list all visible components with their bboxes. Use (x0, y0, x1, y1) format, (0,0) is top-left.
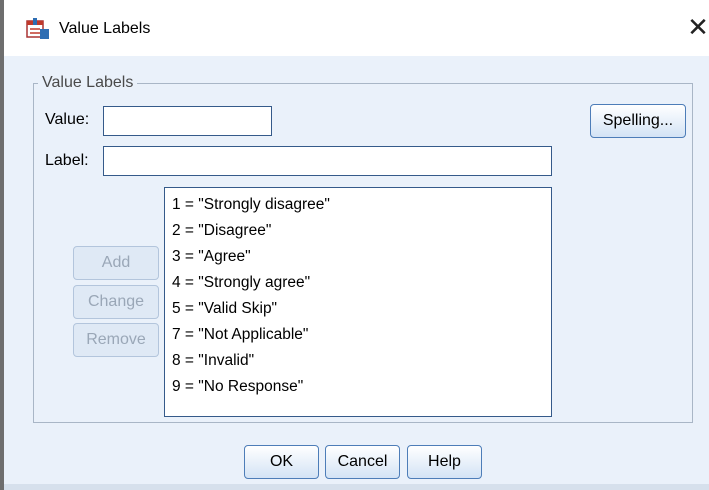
ok-button[interactable]: OK (244, 445, 319, 479)
value-labels-list[interactable]: 1 = "Strongly disagree" 2 = "Disagree" 3… (164, 187, 552, 417)
change-button[interactable]: Change (73, 285, 159, 319)
help-button[interactable]: Help (407, 445, 482, 479)
add-button-label: Add (101, 254, 131, 271)
window-title: Value Labels (59, 20, 151, 37)
list-item[interactable]: 3 = "Agree" (172, 248, 251, 266)
label-field-label: Label: (45, 152, 89, 169)
label-input[interactable] (103, 146, 552, 176)
list-item[interactable]: 7 = "Not Applicable" (172, 326, 308, 344)
list-item[interactable]: 5 = "Valid Skip" (172, 300, 277, 318)
list-item[interactable]: 1 = "Strongly disagree" (172, 196, 330, 214)
list-item[interactable]: 9 = "No Response" (172, 378, 303, 396)
app-icon (26, 18, 49, 39)
group-legend: Value Labels (38, 74, 138, 92)
change-button-label: Change (87, 293, 145, 310)
spelling-button[interactable]: Spelling... (590, 104, 686, 138)
ok-button-label: OK (269, 453, 294, 470)
cancel-button-label: Cancel (337, 453, 388, 470)
list-item[interactable]: 2 = "Disagree" (172, 222, 271, 240)
help-button-label: Help (428, 453, 461, 470)
window-bottom-edge (4, 484, 709, 490)
spelling-button-label: Spelling... (602, 112, 674, 129)
title-bar[interactable]: Value Labels ✕ (4, 0, 709, 56)
list-item[interactable]: 8 = "Invalid" (172, 352, 254, 370)
close-icon[interactable]: ✕ (684, 13, 709, 41)
add-button[interactable]: Add (73, 246, 159, 280)
remove-button[interactable]: Remove (73, 323, 159, 357)
value-input[interactable] (103, 106, 272, 136)
value-field-label: Value: (45, 111, 90, 128)
remove-button-label: Remove (86, 331, 146, 348)
cancel-button[interactable]: Cancel (325, 445, 400, 479)
list-item[interactable]: 4 = "Strongly agree" (172, 274, 310, 292)
